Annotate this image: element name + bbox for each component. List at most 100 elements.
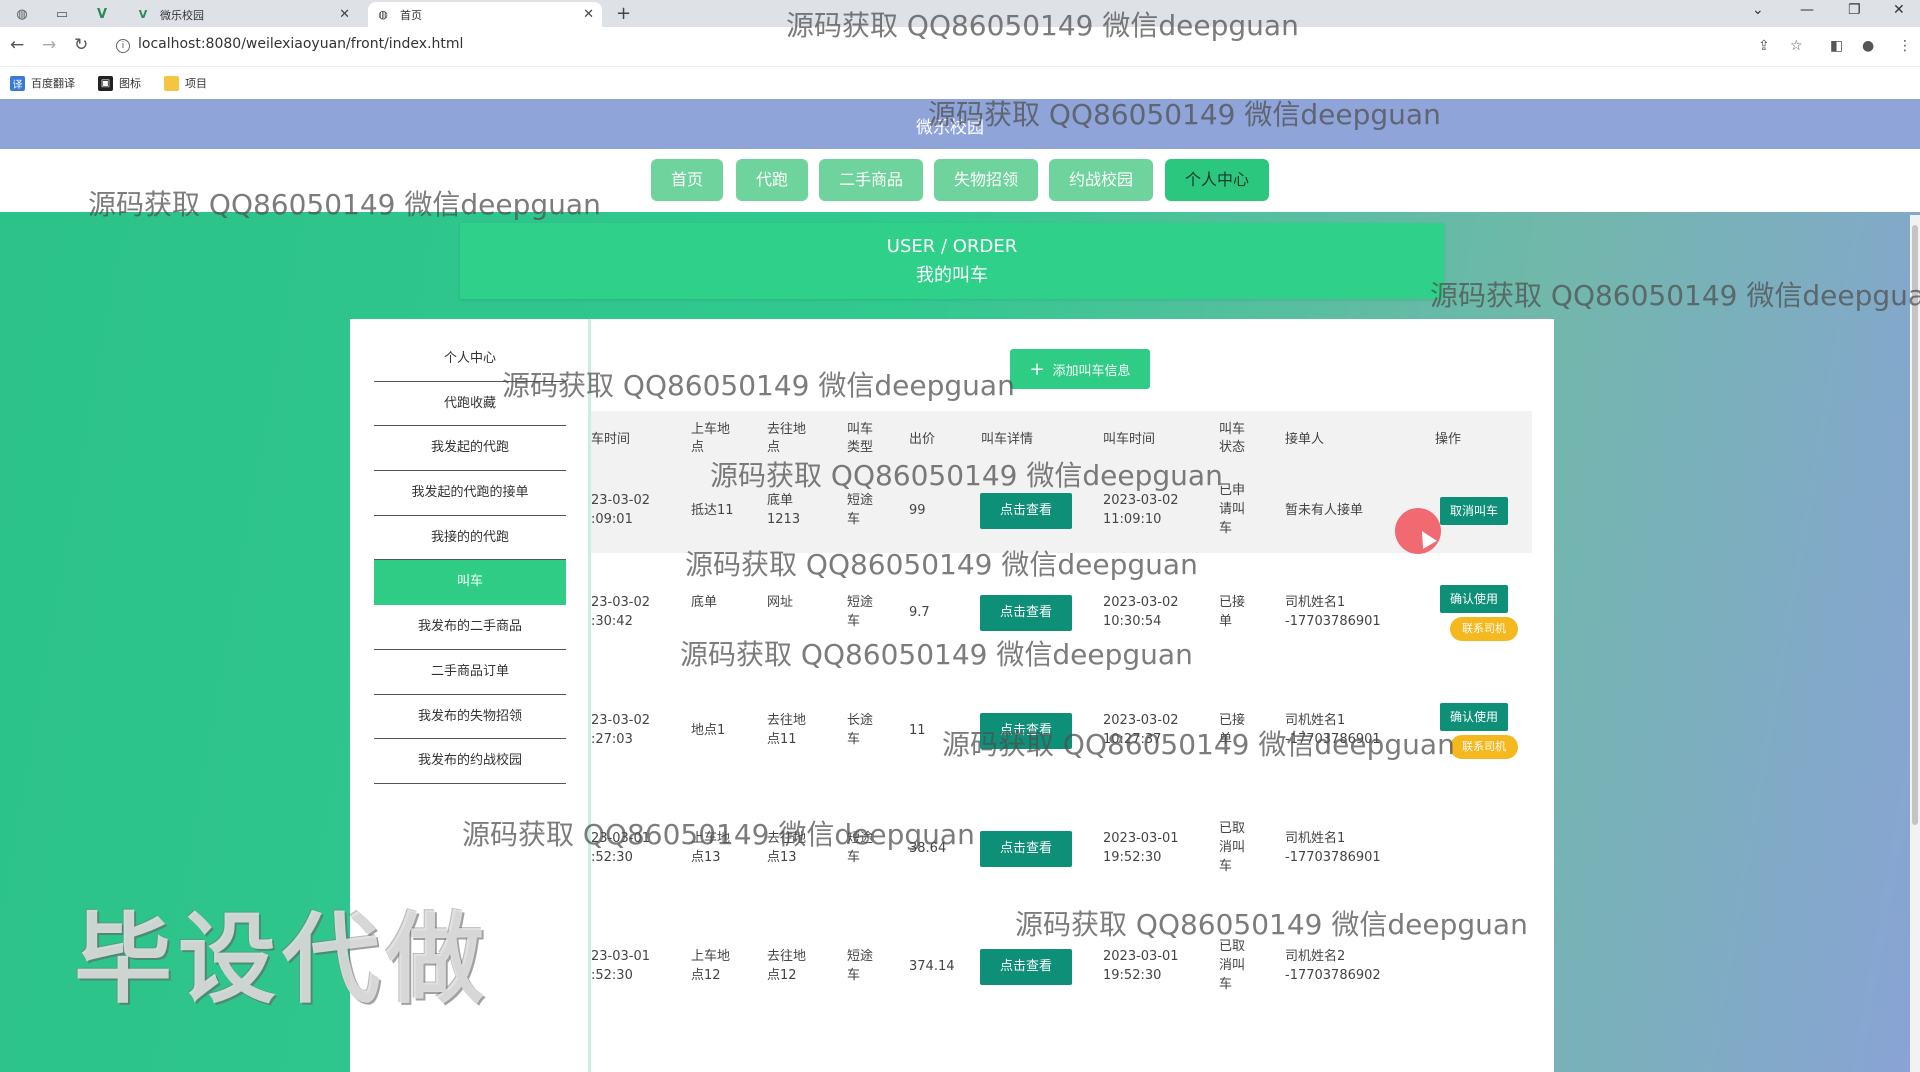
- confirm-use-button[interactable]: 确认使用: [1440, 585, 1508, 613]
- bookmark-item[interactable]: 项目: [164, 75, 207, 91]
- profile-icon[interactable]: ●: [1862, 38, 1874, 54]
- confirm-use-button[interactable]: 确认使用: [1440, 703, 1508, 731]
- col-header: 叫车时间: [1103, 432, 1156, 447]
- cell-status: 已取消叫车: [1219, 939, 1246, 992]
- forward-icon[interactable]: →: [42, 35, 56, 55]
- cell-driver: 司机姓名1 -17703786901: [1285, 831, 1381, 865]
- cell-from: 地点1: [691, 723, 726, 738]
- click-indicator: [1395, 508, 1441, 554]
- bookmark-item[interactable]: 译 百度翻译: [10, 75, 75, 91]
- cell-from: 抵达11: [691, 503, 734, 518]
- cell-to: 去往地点12: [767, 949, 807, 983]
- col-header: 叫车详情: [981, 432, 1034, 447]
- banner-subtitle: USER / ORDER: [886, 236, 1018, 257]
- sidebar-item-call-car[interactable]: 叫车: [374, 560, 566, 606]
- cell-driver: 司机姓名2 -17703786902: [1285, 949, 1381, 983]
- page-scrollbar[interactable]: [1910, 215, 1920, 1072]
- nav-second-hand[interactable]: 二手商品: [819, 159, 923, 201]
- bookmark-label: 百度翻译: [31, 77, 75, 90]
- new-tab-button[interactable]: +: [616, 3, 631, 24]
- content-panel: 个人中心 代跑收藏 我发起的代跑 我发起的代跑的接单 我接的的代跑 叫车 我发布…: [350, 319, 1554, 1072]
- sidepanel-icon[interactable]: ◧: [1830, 38, 1843, 54]
- cell-from: 上车地点12: [691, 949, 731, 983]
- col-header: 车时间: [591, 432, 631, 447]
- sidebar-item-errand-favorites[interactable]: 代跑收藏: [374, 382, 566, 427]
- nav-user-center[interactable]: 个人中心: [1165, 159, 1269, 201]
- tab-weile[interactable]: V 微乐校园 ✕: [128, 2, 358, 27]
- col-header: 去往地点: [767, 422, 807, 455]
- bookmark-item[interactable]: ▣ 图标: [98, 75, 141, 91]
- vue-icon[interactable]: V: [92, 4, 112, 24]
- contact-driver-button[interactable]: 联系司机: [1450, 617, 1518, 641]
- globe-icon[interactable]: ◍: [12, 4, 32, 24]
- col-header: 上车地点: [691, 422, 731, 455]
- sidebar-item-my-matches[interactable]: 我发布的约战校园: [374, 739, 566, 784]
- vue-icon: V: [138, 8, 148, 21]
- tab-title: 微乐校园: [160, 8, 204, 22]
- cell-driver: 司机姓名1 -17703786901: [1285, 595, 1381, 629]
- sidebar-item-my-goods[interactable]: 我发布的二手商品: [374, 605, 566, 650]
- main-nav: 首页 代跑 二手商品 失物招领 约战校园 个人中心: [0, 149, 1920, 212]
- tab-title: 首页: [400, 8, 422, 22]
- cell-driver: 司机姓名1 -17703786901: [1285, 713, 1381, 747]
- col-header: 出价: [909, 432, 936, 447]
- share-icon[interactable]: ⇪: [1758, 38, 1770, 54]
- info-icon[interactable]: i: [116, 39, 130, 53]
- sidebar-item-my-lost-found[interactable]: 我发布的失物招领: [374, 695, 566, 740]
- sidebar-item-goods-orders[interactable]: 二手商品订单: [374, 650, 566, 695]
- sidebar-item-my-errand-orders[interactable]: 我发起的代跑的接单: [374, 471, 566, 516]
- cancel-call-button[interactable]: 取消叫车: [1440, 497, 1508, 525]
- sidebar-item-accepted-errands[interactable]: 我接的的代跑: [374, 516, 566, 561]
- add-call-car-button[interactable]: + 添加叫车信息: [1010, 349, 1150, 389]
- restore-icon[interactable]: ❐: [1848, 2, 1861, 18]
- sidebar-item-user-center[interactable]: 个人中心: [374, 337, 566, 382]
- cell-type: 短途车: [847, 949, 874, 983]
- promo-watermark: 毕设代做: [74, 903, 491, 1017]
- menu-icon[interactable]: ⋮: [1898, 38, 1912, 54]
- browser-tab-bar: ◍ ▭ V V 微乐校园 ✕ ◍ 首页 ✕ + ⌄ — ❐ ✕: [0, 0, 1920, 27]
- cell-price: 9.7: [909, 605, 930, 620]
- cell-status: 已取消叫车: [1219, 821, 1246, 874]
- nav-home[interactable]: 首页: [651, 159, 723, 201]
- nav-lost-found[interactable]: 失物招领: [934, 159, 1038, 201]
- minimize-icon[interactable]: —: [1800, 2, 1814, 18]
- cell-type: 短途车: [847, 831, 874, 865]
- user-sidebar: 个人中心 代跑收藏 我发起的代跑 我发起的代跑的接单 我接的的代跑 叫车 我发布…: [374, 337, 566, 784]
- col-header: 操作: [1435, 432, 1462, 447]
- view-detail-button[interactable]: 点击查看: [980, 493, 1072, 529]
- tab-search-icon[interactable]: ⌄: [1752, 2, 1764, 18]
- close-icon[interactable]: ✕: [339, 7, 350, 22]
- site-header: 微乐校园: [0, 99, 1920, 149]
- table-header: 车时间 上车地点 去往地点 叫车类型 出价 叫车详情 叫车时间 叫车状态 接单人…: [591, 411, 1532, 469]
- view-detail-button[interactable]: 点击查看: [980, 831, 1072, 867]
- scroll-thumb[interactable]: [1912, 225, 1918, 825]
- cell-price: 374.14: [909, 959, 955, 974]
- close-window-icon[interactable]: ✕: [1893, 2, 1905, 18]
- back-icon[interactable]: ←: [10, 35, 24, 55]
- sidebar-item-my-errands[interactable]: 我发起的代跑: [374, 426, 566, 472]
- site-title: 微乐校园: [916, 118, 984, 138]
- cell-call-time: 2023-03-02 10:27:37: [1103, 713, 1179, 747]
- view-detail-button[interactable]: 点击查看: [980, 595, 1072, 631]
- view-detail-button[interactable]: 点击查看: [980, 713, 1072, 749]
- cell-status: 已接单: [1219, 595, 1246, 629]
- table-row: 23-03-01 :52:30 上车地点13 去往地点13 短途车 38.64 …: [591, 789, 1532, 907]
- view-detail-button[interactable]: 点击查看: [980, 949, 1072, 985]
- contact-driver-button[interactable]: 联系司机: [1450, 735, 1518, 759]
- star-icon[interactable]: ☆: [1790, 38, 1803, 54]
- blank-tab-icon[interactable]: ▭: [52, 4, 72, 24]
- cell-from: 底单: [691, 595, 718, 610]
- cell-type: 长途车: [847, 713, 874, 747]
- tab-home[interactable]: ◍ 首页 ✕: [368, 2, 602, 27]
- cell-call-time: 2023-03-01 19:52:30: [1103, 831, 1179, 865]
- reload-icon[interactable]: ↻: [74, 35, 88, 55]
- cell-price: 11: [909, 723, 926, 738]
- cell-to: 去往地点13: [767, 831, 807, 865]
- nav-match[interactable]: 约战校园: [1049, 159, 1153, 201]
- cell-driver: 暂未有人接单: [1285, 503, 1364, 518]
- nav-errand[interactable]: 代跑: [736, 159, 808, 201]
- address-bar: ← → ↻ i localhost:8080/weilexiaoyuan/fro…: [0, 27, 1920, 67]
- close-icon[interactable]: ✕: [583, 7, 594, 22]
- url-field[interactable]: localhost:8080/weilexiaoyuan/front/index…: [138, 36, 463, 52]
- col-header: 叫车状态: [1219, 422, 1246, 455]
